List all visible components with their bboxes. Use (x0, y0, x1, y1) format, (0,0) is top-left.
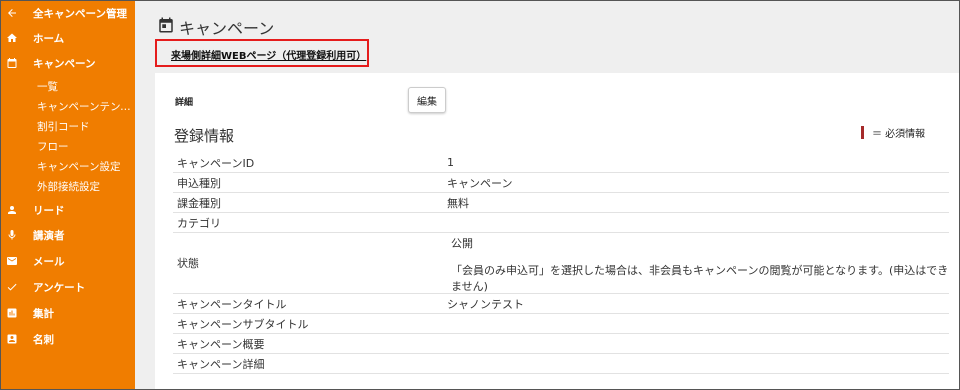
detail-label: 詳細 (175, 98, 194, 108)
main-content: キャンペーン 来場側詳細WEBページ（代理登録利用可） 詳細 編集 登録情報 ＝… (135, 1, 959, 389)
sidebar-item-mail[interactable]: メール (1, 251, 135, 271)
person-icon (1, 204, 23, 216)
section-title: 登録情報 (174, 127, 235, 145)
sidebar-item-survey[interactable]: アンケート (1, 277, 135, 297)
sidebar-subitem-flow[interactable]: フロー (37, 139, 133, 154)
required-marker (861, 126, 864, 139)
sidebar-subitem-template[interactable]: キャンペーンテンプレート (37, 99, 133, 114)
row-value (443, 333, 949, 354)
table-row: キャンペーンサブタイトル (173, 313, 949, 334)
edit-button[interactable]: 編集 (408, 87, 446, 113)
row-key: キャンペーンタイトル (173, 293, 443, 314)
sidebar-subitem-campaign-settings[interactable]: キャンペーン設定 (37, 159, 133, 174)
row-key: キャンペーン詳細 (173, 353, 443, 374)
table-row: キャンペーンタイトル シャノンテスト (173, 293, 949, 314)
sidebar-item-all-campaigns[interactable]: 全キャンペーン管理 (1, 3, 135, 23)
table-row: 課金種別 無料 (173, 192, 949, 213)
table-row: キャンペーン詳細 (173, 353, 949, 374)
row-key: キャンペーンサブタイトル (173, 313, 443, 334)
table-row: キャンペーンID 1 (173, 153, 949, 173)
chart-icon (1, 307, 23, 319)
sidebar-item-lead[interactable]: リード (1, 200, 135, 220)
status-note: 「会員のみ申込可」を選択した場合は、非会員もキャンペーンの閲覧が可能となります。… (451, 264, 949, 293)
row-value (443, 212, 949, 233)
mail-icon (1, 255, 23, 267)
table-row: カテゴリ (173, 212, 949, 233)
table-row: キャンペーン概要 (173, 333, 949, 354)
mic-icon (1, 229, 23, 241)
sidebar-item-business-card[interactable]: 名刺 (1, 329, 135, 349)
table-row: 状態 公開 「会員のみ申込可」を選択した場合は、非会員もキャンペーンの閲覧が可能… (173, 232, 949, 294)
sidebar-item-home[interactable]: ホーム (1, 28, 135, 48)
row-key: カテゴリ (173, 212, 443, 233)
required-legend-text: ＝ 必須情報 (872, 129, 926, 140)
row-value: 無料 (443, 192, 949, 213)
row-value: 公開 「会員のみ申込可」を選択した場合は、非会員もキャンペーンの閲覧が可能となり… (443, 232, 949, 294)
row-key: キャンペーンID (173, 153, 443, 173)
arrow-left-icon (1, 7, 23, 19)
status-value: 公開 (451, 237, 473, 250)
detail-web-page-link[interactable]: 来場側詳細WEBページ（代理登録利用可） (171, 47, 366, 62)
row-value: 1 (443, 153, 949, 173)
app-frame: 全キャンペーン管理 ホーム キャンペーン 一覧 キャンペーンテンプレート 割引コ… (0, 0, 960, 390)
sidebar-subitem-discount-code[interactable]: 割引コード (37, 119, 133, 134)
row-key: 課金種別 (173, 192, 443, 213)
sidebar-item-campaign[interactable]: キャンペーン (1, 53, 135, 73)
card-icon (1, 333, 23, 345)
row-value: キャンペーン (443, 172, 949, 193)
sidebar: 全キャンペーン管理 ホーム キャンペーン 一覧 キャンペーンテンプレート 割引コ… (1, 1, 135, 389)
row-key: 申込種別 (173, 172, 443, 193)
sidebar-item-analytics[interactable]: 集計 (1, 303, 135, 323)
sidebar-subitem-external-connection[interactable]: 外部接続設定 (37, 179, 133, 194)
check-icon (1, 281, 23, 293)
sidebar-subitem-list[interactable]: 一覧 (37, 79, 133, 94)
page-header: キャンペーン (157, 15, 274, 39)
row-value: シャノンテスト (443, 293, 949, 314)
calendar-icon (1, 57, 23, 69)
required-legend: ＝ 必須情報 (861, 125, 925, 140)
row-value (443, 313, 949, 334)
detail-card: 詳細 編集 登録情報 ＝ 必須情報 キャンペーンID 1 申込種別 キャンペーン… (155, 73, 959, 389)
row-value (443, 353, 949, 374)
sidebar-item-speaker[interactable]: 講演者 (1, 225, 135, 245)
table-row: 申込種別 キャンペーン (173, 172, 949, 193)
home-icon (1, 32, 23, 44)
page-title: キャンペーン (179, 19, 275, 38)
calendar-icon (157, 16, 175, 38)
info-table: キャンペーンID 1 申込種別 キャンペーン 課金種別 無料 カテゴリ 状態 公… (173, 153, 949, 374)
row-key: 状態 (173, 232, 443, 294)
row-key: キャンペーン概要 (173, 333, 443, 354)
